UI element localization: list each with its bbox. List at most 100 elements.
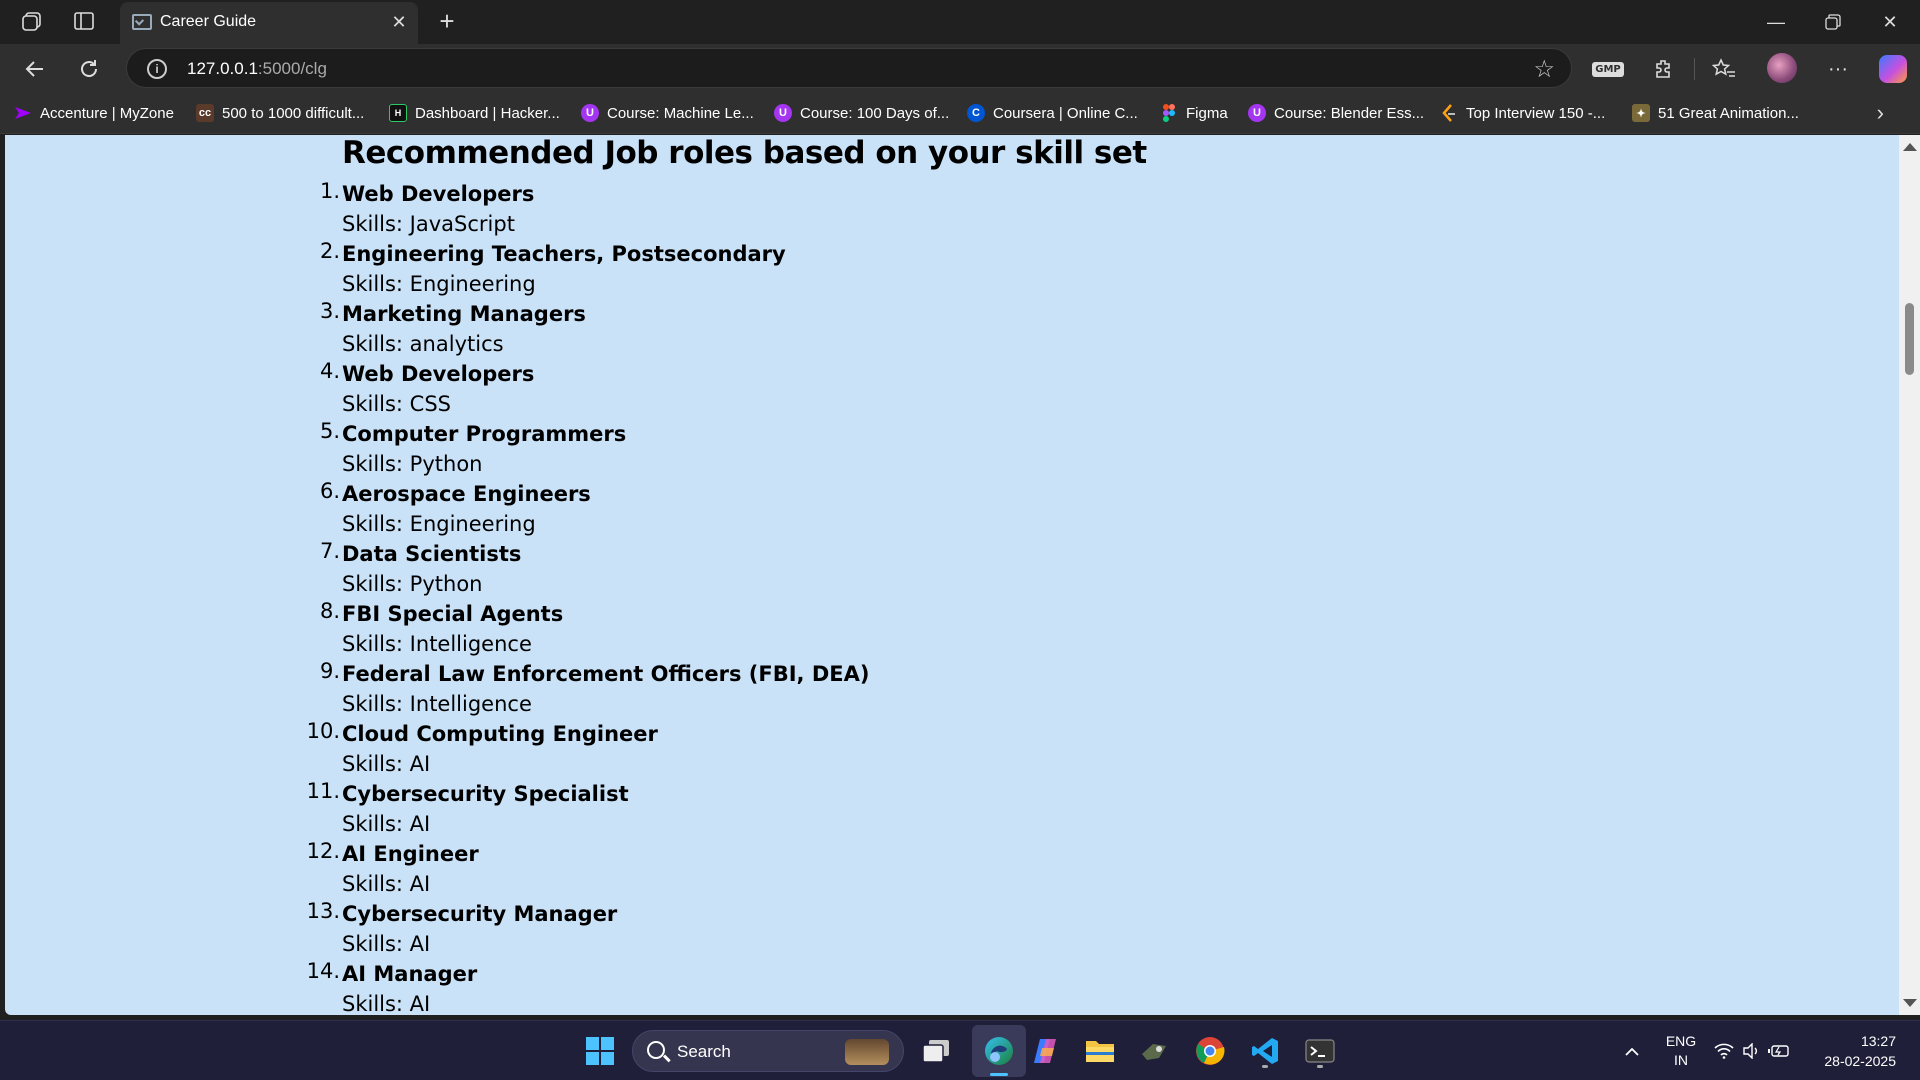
terminal-icon[interactable] <box>1300 1031 1340 1071</box>
bookmark-item[interactable]: Accenture | MyZone <box>14 100 174 126</box>
browser-toolbar: i 127.0.0.1:5000/clg ☆ GMP ··· <box>0 44 1920 92</box>
figma-icon <box>1160 104 1178 122</box>
role-skills: Skills: Python <box>342 572 483 596</box>
restore-button[interactable] <box>1805 0 1861 44</box>
scrollbar-thumb[interactable] <box>1905 303 1914 375</box>
role-number: 3. <box>319 299 340 323</box>
page-scrollbar[interactable] <box>1899 135 1920 1015</box>
gmp-label: GMP <box>1592 61 1624 77</box>
udemy-icon: U <box>1248 104 1266 122</box>
clock[interactable]: 13:27 28-02-2025 <box>1800 1021 1896 1080</box>
coursera-icon: C <box>967 104 985 122</box>
scroll-down-icon[interactable] <box>1903 999 1917 1007</box>
role-name: AI Manager <box>342 962 478 986</box>
clock-time: 13:27 <box>1860 1033 1896 1049</box>
role-number: 11. <box>306 779 340 803</box>
role-skills: Skills: Intelligence <box>342 632 532 656</box>
bookmark-label: Accenture | MyZone <box>40 104 174 122</box>
site-info-icon[interactable]: i <box>147 59 167 79</box>
scroll-up-icon[interactable] <box>1903 143 1917 151</box>
role-name: Federal Law Enforcement Officers (FBI, D… <box>342 662 870 686</box>
role-name: Web Developers <box>342 182 535 206</box>
search-icon <box>647 1041 665 1059</box>
role-name: Marketing Managers <box>342 302 586 326</box>
taskbar-search[interactable]: Search <box>632 1030 904 1072</box>
volume-icon <box>1743 1043 1757 1059</box>
battery-icon <box>1768 1045 1789 1057</box>
windows-logo-icon <box>586 1037 614 1065</box>
role-name: Web Developers <box>342 362 535 386</box>
extensions-icon[interactable] <box>1648 54 1680 84</box>
list-item: 10. Cloud Computing Engineer Skills: AI <box>307 719 869 779</box>
role-skills: Skills: AI <box>342 992 431 1015</box>
bookmark-label: Course: Machine Le... <box>607 104 754 122</box>
tab-actions-icon[interactable] <box>62 6 106 36</box>
role-skills: Skills: JavaScript <box>342 212 515 236</box>
bookmark-item[interactable]: C Coursera | Online C... <box>967 100 1138 126</box>
file-explorer-icon[interactable] <box>1080 1031 1120 1071</box>
role-number: 6. <box>319 479 340 503</box>
role-name: Engineering Teachers, Postsecondary <box>342 242 786 266</box>
chevron-right-icon[interactable]: › <box>1877 100 1884 126</box>
more-menu-icon[interactable]: ··· <box>1822 54 1854 84</box>
workspaces-icon[interactable] <box>10 6 54 36</box>
bookmark-label: Figma <box>1186 104 1228 122</box>
bookmarks-bar: Accenture | MyZone cc 500 to 1000 diffic… <box>0 92 1920 134</box>
address-bar[interactable]: i 127.0.0.1:5000/clg ☆ <box>126 48 1572 88</box>
role-name: Aerospace Engineers <box>342 482 591 506</box>
favorite-star-icon[interactable]: ☆ <box>1533 55 1555 84</box>
bookmark-item[interactable]: U Course: Machine Le... <box>581 100 754 126</box>
list-item: 7. Data Scientists Skills: Python <box>320 539 869 599</box>
bookmark-item[interactable]: H Dashboard | Hacker... <box>389 100 560 126</box>
gmp-extension-icon[interactable]: GMP <box>1592 54 1624 84</box>
back-button[interactable] <box>18 52 52 86</box>
favorites-icon[interactable] <box>1708 54 1740 84</box>
task-view-icon[interactable] <box>916 1031 956 1071</box>
role-skills: Skills: AI <box>342 872 431 896</box>
role-number: 14. <box>306 959 340 983</box>
profile-avatar[interactable] <box>1766 53 1798 83</box>
list-item: 13. Cybersecurity Manager Skills: AI <box>307 899 869 959</box>
bookmark-item[interactable]: Top Interview 150 -... <box>1440 100 1605 126</box>
language-indicator[interactable]: ENG IN <box>1656 1021 1706 1080</box>
list-item: 3. Marketing Managers Skills: analytics <box>320 299 869 359</box>
bookmark-item[interactable]: U Course: Blender Ess... <box>1248 100 1424 126</box>
bookmark-item[interactable]: U Course: 100 Days of... <box>774 100 949 126</box>
system-tray[interactable] <box>1712 1021 1792 1080</box>
bookmark-label: Coursera | Online C... <box>993 104 1138 122</box>
bookmark-item[interactable]: cc 500 to 1000 difficult... <box>196 100 364 126</box>
copilot-app-icon[interactable] <box>1025 1031 1065 1071</box>
minimize-button[interactable]: — <box>1748 0 1804 44</box>
search-label: Search <box>677 1042 731 1061</box>
close-tab-icon[interactable]: ✕ <box>388 11 410 33</box>
lang-top: ENG <box>1665 1033 1697 1049</box>
game-app-icon[interactable] <box>1134 1031 1174 1071</box>
role-number: 2. <box>319 239 340 263</box>
close-window-button[interactable]: ✕ <box>1862 0 1918 44</box>
windows-taskbar: Search ENG IN 13:27 28-02-2025 <box>0 1020 1920 1080</box>
role-name: Cybersecurity Manager <box>342 902 618 926</box>
terminal-favicon-icon <box>132 14 152 30</box>
bookmark-item[interactable]: ✦ 51 Great Animation... <box>1632 100 1799 126</box>
show-hidden-icons-chevron-up-icon[interactable] <box>1618 1021 1646 1080</box>
cc-icon: cc <box>196 104 214 122</box>
bookmark-label: 51 Great Animation... <box>1658 104 1799 122</box>
role-skills: Skills: Intelligence <box>342 692 532 716</box>
chrome-icon[interactable] <box>1190 1031 1230 1071</box>
start-button[interactable] <box>580 1031 620 1071</box>
list-item: 14. AI Manager Skills: AI <box>307 959 869 1015</box>
vscode-icon[interactable] <box>1245 1031 1285 1071</box>
udemy-icon: U <box>774 104 792 122</box>
list-item: 12. AI Engineer Skills: AI <box>307 839 869 899</box>
new-tab-button[interactable]: + <box>432 6 462 36</box>
role-skills: Skills: Python <box>342 452 483 476</box>
refresh-button[interactable] <box>72 52 106 86</box>
animation-icon: ✦ <box>1632 104 1650 122</box>
tab-career-guide[interactable]: Career Guide ✕ <box>120 2 418 44</box>
list-item: 4. Web Developers Skills: CSS <box>320 359 869 419</box>
role-skills: Skills: AI <box>342 812 431 836</box>
bookmark-item[interactable]: Figma <box>1160 100 1228 126</box>
hackerrank-icon: H <box>389 104 407 122</box>
copilot-icon[interactable] <box>1877 54 1909 84</box>
edge-icon[interactable] <box>979 1031 1019 1071</box>
